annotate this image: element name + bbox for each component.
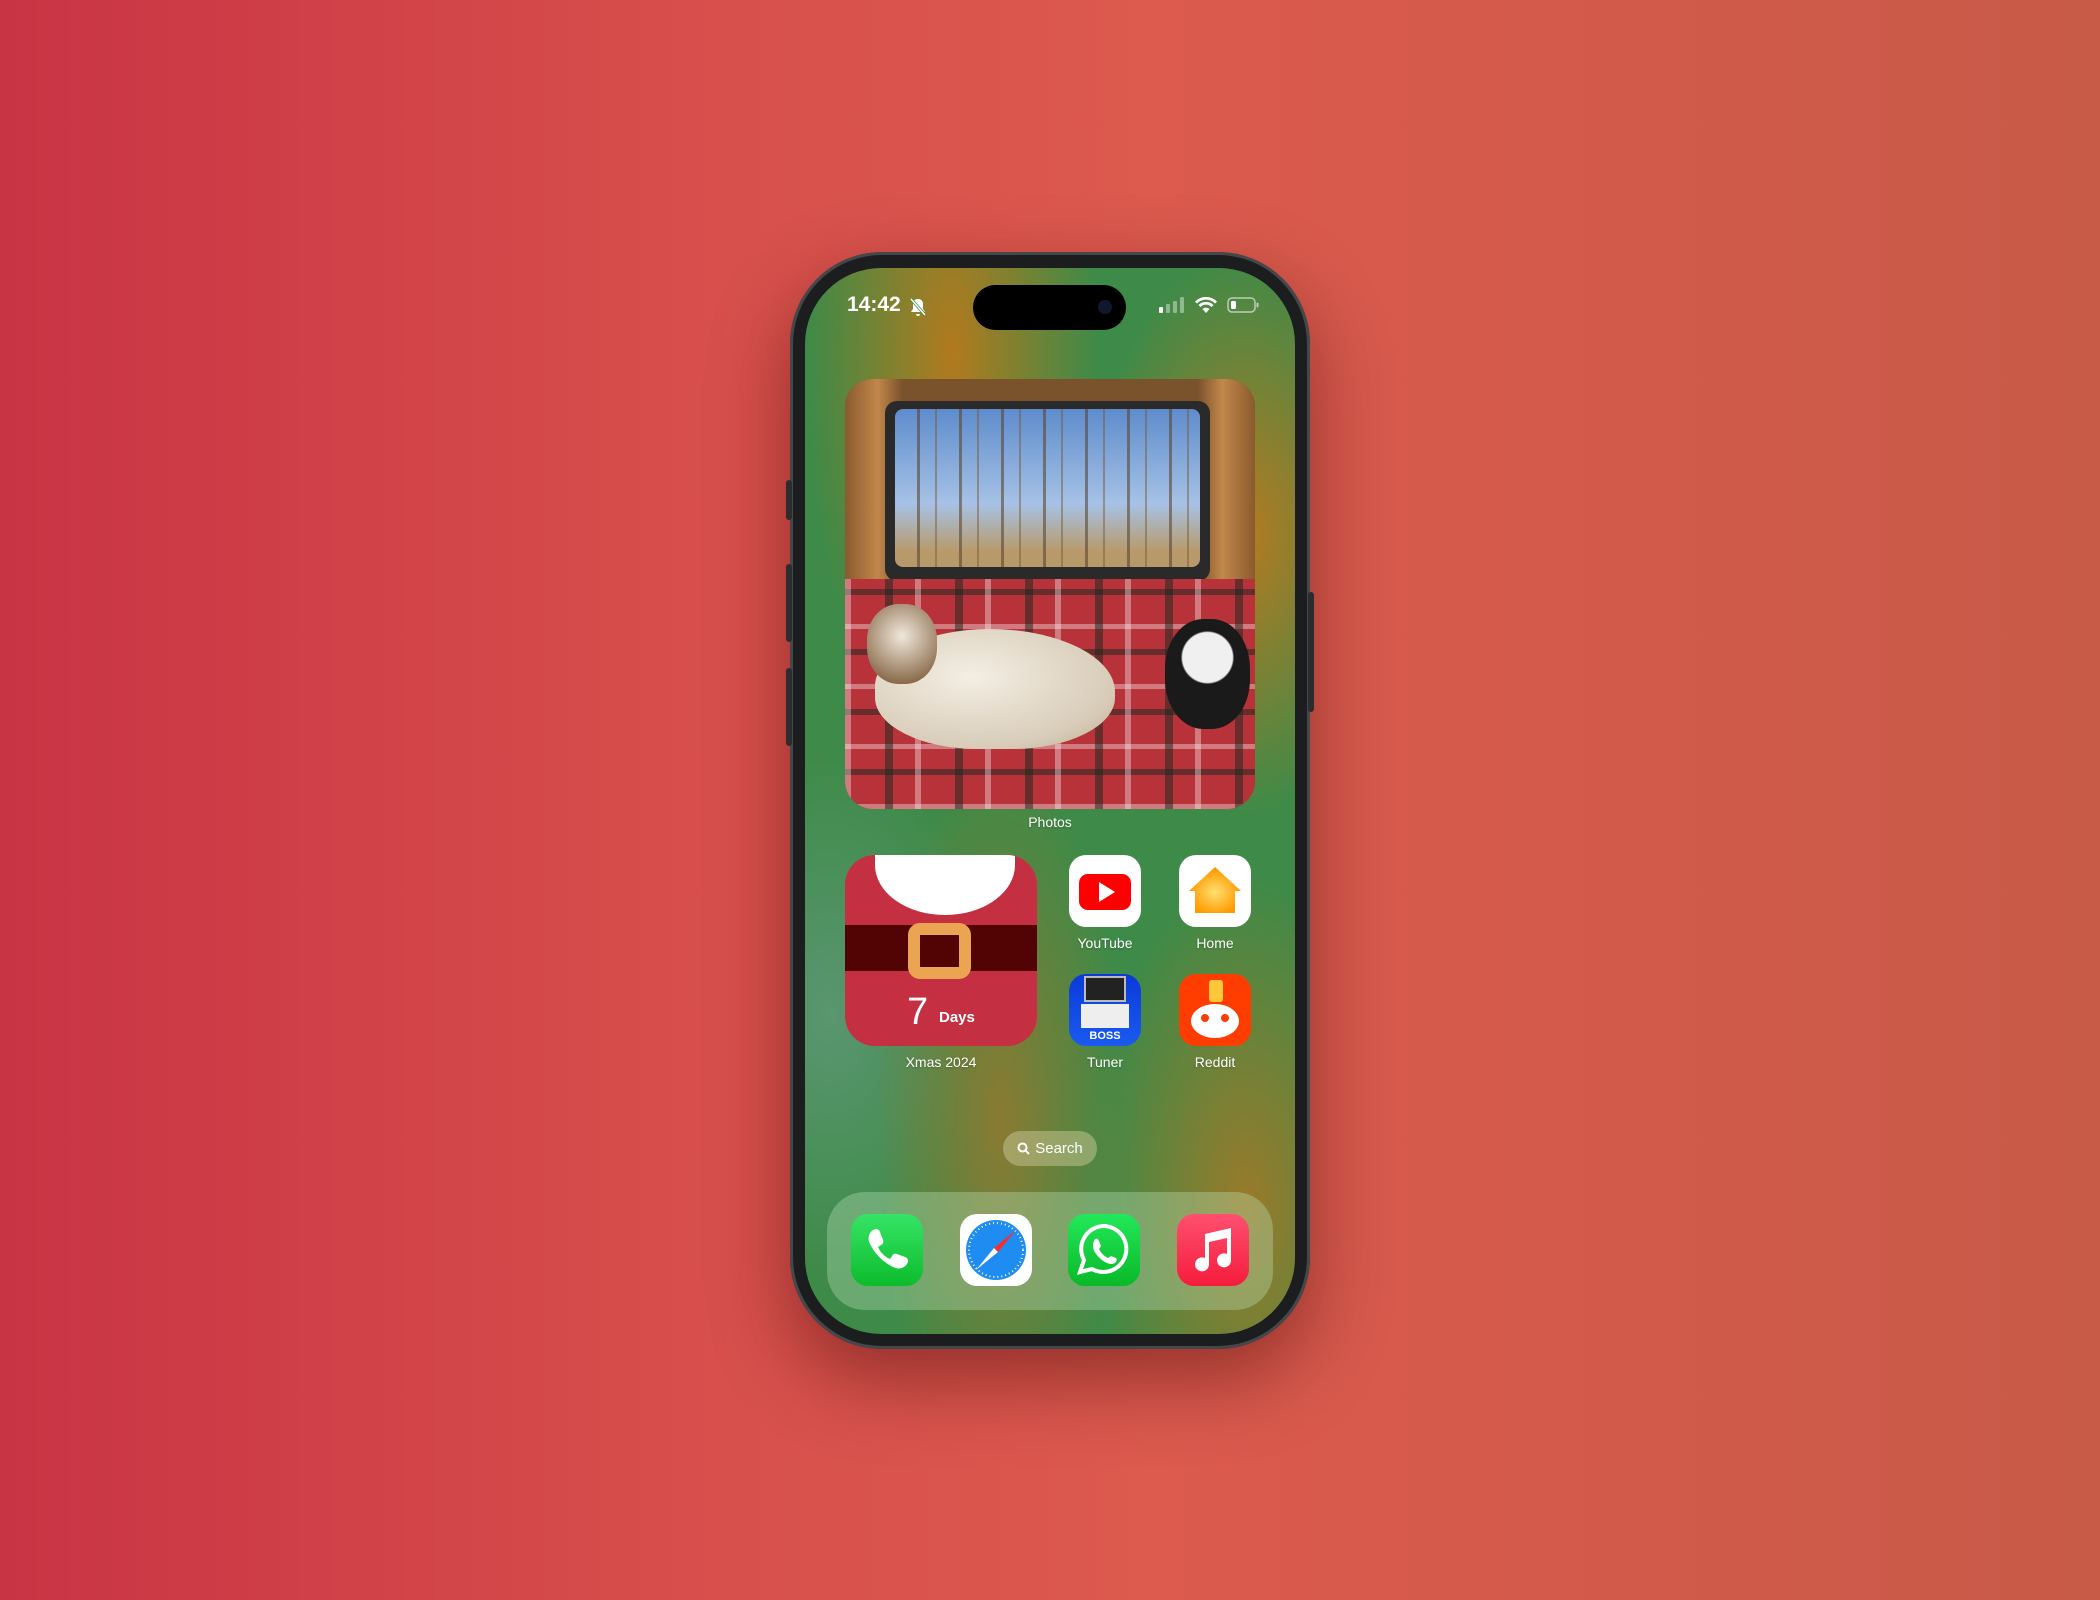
action-button [786,480,792,520]
window-view [895,409,1200,567]
search-button[interactable]: Search [1003,1131,1097,1166]
status-time: 14:42 [847,293,901,316]
days-unit: Days [939,1009,975,1026]
search-icon [1017,1142,1030,1155]
phone-icon[interactable] [851,1214,923,1286]
belt-buckle [908,923,971,979]
dynamic-island [973,285,1126,330]
photos-widget[interactable] [845,379,1255,809]
app-label-reddit: Reddit [1194,1054,1236,1070]
app-label-home: Home [1196,935,1234,951]
app-label-youtube: YouTube [1077,935,1133,951]
dock [827,1192,1273,1310]
xmas-countdown-widget[interactable]: 7 Days [845,855,1037,1046]
boss-tuner-icon[interactable]: BOSS [1069,974,1141,1046]
youtube-icon[interactable] [1069,855,1141,927]
photos-widget-label: Photos [1028,814,1072,830]
reddit-icon[interactable] [1179,974,1251,1046]
xmas-widget-label: Xmas 2024 [905,1054,977,1070]
safari-icon[interactable] [960,1214,1032,1286]
volume-down-button [786,668,792,746]
dog-head [867,604,937,684]
app-label-tuner: Tuner [1086,1054,1124,1070]
home-icon[interactable] [1179,855,1251,927]
panda-toy [1165,619,1250,729]
search-label: Search [1035,1140,1083,1157]
days-count: 7 [907,991,929,1033]
volume-up-button [786,564,792,642]
phone-frame: 14:42 Photos 7 Days Xmas 2024 YouTube Ho… [786,252,1314,1349]
camera-icon [1098,300,1112,314]
music-icon[interactable] [1177,1214,1249,1286]
cellular-signal-icon [1159,297,1184,313]
wifi-icon [1195,297,1217,313]
side-button [1308,592,1314,712]
home-screen: 14:42 Photos 7 Days Xmas 2024 YouTube Ho… [805,268,1295,1334]
santa-collar [875,855,1015,915]
bell-slash-icon [909,298,927,316]
whatsapp-icon[interactable] [1068,1214,1140,1286]
battery-low-icon [1227,297,1259,313]
